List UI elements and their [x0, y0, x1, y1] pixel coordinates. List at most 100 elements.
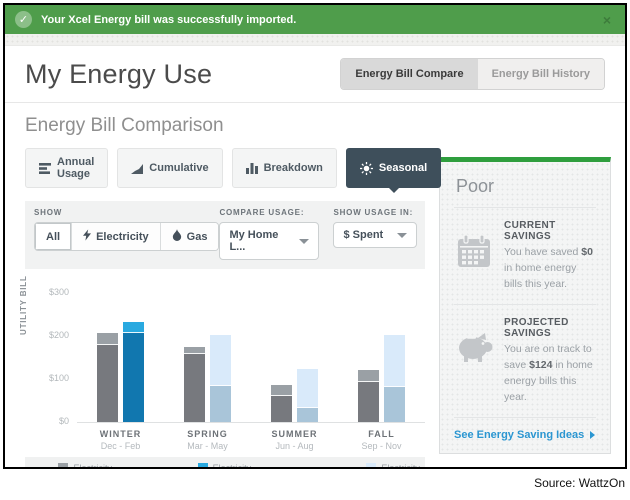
compare-usage-select[interactable]: My Home L... [219, 222, 320, 260]
flame-icon [172, 229, 182, 244]
segment-electricity [271, 385, 292, 396]
legend-swatch [366, 463, 377, 467]
y-tick: $0 [58, 416, 69, 426]
section-title: Energy Bill Comparison [25, 115, 224, 136]
tab-energy-bill-compare[interactable]: Energy Bill Compare [341, 59, 478, 89]
rating-label: Poor [454, 174, 596, 208]
filter-label: Electricity [96, 230, 149, 243]
filter-label: All [46, 230, 61, 243]
filter-all-button[interactable]: All [35, 223, 73, 250]
segment-electricity [384, 335, 405, 387]
breakdown-icon [245, 162, 258, 174]
segment-electricity [210, 335, 231, 386]
fuel-segmented-control: All Electricity Gas [34, 222, 220, 251]
legend-item: Electricity [366, 463, 425, 469]
season-label-spring: SPRING Mar - May [187, 429, 228, 451]
segment-electricity [358, 370, 379, 382]
seasonal-bar-chart: UTILITY BILL $0 $100 $200 $300 WINTER Dec - … [19, 275, 425, 451]
y-tick: $200 [48, 330, 69, 340]
tab-breakdown[interactable]: Breakdown [231, 148, 337, 188]
arrow-right-icon [590, 431, 596, 440]
page-title: My Energy Use [25, 58, 213, 89]
dollar-icon: $ [343, 229, 350, 241]
season-label-fall: FALL Sep - Nov [361, 429, 402, 451]
current-savings-heading: CURRENT SAVINGS [504, 220, 556, 242]
filter-gas-button[interactable]: Gas [160, 223, 219, 250]
check-circle-icon: ✓ [15, 11, 32, 28]
chart-view-tabs: Annual Usage Cumulative Breakdown Season… [25, 148, 442, 193]
legend-group-2013: 2013ElectricityNatural Gas [25, 463, 118, 469]
bar-groups: WINTER Dec - Feb SPRING Mar - May SUMMER Jun … [77, 277, 425, 451]
bar-2013-winter [97, 333, 118, 422]
segment-natural-gas [358, 382, 379, 422]
close-icon[interactable]: × [599, 12, 615, 28]
tab-label: Seasonal [378, 162, 428, 174]
current-savings-value: $0 [581, 246, 593, 258]
current-savings-text: You have saved $0 in home energy bills t… [504, 246, 593, 290]
bar-2013-spring [184, 347, 205, 422]
show-usage-in-label: SHOW USAGE IN: [333, 208, 414, 217]
cumulative-icon [131, 163, 144, 174]
compare-usage-group: COMPARE USAGE: My Home L... [219, 208, 320, 260]
calendar-icon [454, 220, 494, 292]
legend-item: Electricity [58, 463, 118, 469]
legend-group-2014: 2014ElectricityNatural Gas [164, 463, 258, 469]
bar-2014-winter [123, 322, 144, 422]
banner-message: Your Xcel Energy bill was successfully i… [41, 13, 297, 26]
savings-sidebar: Poor CURRENT SAVINGS You have saved $0 i… [439, 115, 611, 467]
filter-electricity-button[interactable]: Electricity [72, 223, 161, 250]
bar-2014-projected-summer [297, 369, 318, 422]
tab-cumulative[interactable]: Cumulative [117, 148, 223, 188]
chevron-down-icon [397, 232, 408, 238]
filter-bar: SHOW All Electricity Gas COMPARE USAGE: … [25, 201, 425, 269]
texture-strip [5, 34, 625, 46]
chart-legend: 2013ElectricityNatural Gas 2014Electricit… [25, 457, 425, 469]
bar-group-winter: WINTER Dec - Feb [97, 277, 144, 451]
bar-group-spring: SPRING Mar - May [184, 277, 231, 451]
segment-electricity [123, 322, 144, 333]
savings-card: Poor CURRENT SAVINGS You have saved $0 i… [439, 157, 611, 455]
lightning-bolt-icon [83, 229, 92, 244]
show-filter-label: SHOW [34, 208, 63, 217]
projected-savings-heading: PROJECTED SAVINGS [504, 317, 569, 340]
y-axis-label: UTILITY BILL [19, 275, 28, 335]
segment-natural-gas [210, 386, 231, 422]
view-toggle-group: Energy Bill Compare Energy Bill History [340, 58, 605, 90]
tab-energy-bill-history[interactable]: Energy Bill History [477, 59, 604, 89]
usage-value: Spent [352, 229, 384, 241]
tab-annual-usage[interactable]: Annual Usage [25, 148, 109, 188]
tab-seasonal[interactable]: Seasonal [345, 148, 442, 193]
segment-natural-gas [271, 396, 292, 422]
legend-label: Electricity [212, 463, 252, 469]
chart-panel: Energy Bill Comparison Annual Usage Cumu… [19, 115, 442, 469]
segment-electricity [297, 369, 318, 408]
show-usage-in-select[interactable]: $ Spent [333, 222, 418, 248]
compare-usage-value: My Home L... [229, 229, 279, 253]
segment-natural-gas [97, 345, 118, 422]
bar-2013-summer [271, 385, 292, 422]
legend-label: Electricity [73, 463, 112, 469]
see-energy-saving-ideas-link[interactable]: See Energy Saving Ideas [454, 429, 584, 441]
legend-label: Electricity [381, 463, 420, 469]
content-area: Energy Bill Comparison Annual Usage Cumu… [5, 103, 625, 469]
chevron-down-icon [299, 238, 310, 244]
tab-label: Cumulative [149, 162, 209, 174]
legend-swatch [197, 463, 208, 467]
legend-swatch [58, 463, 69, 467]
current-savings-section: CURRENT SAVINGS You have saved $0 in hom… [454, 208, 596, 306]
bar-group-summer: SUMMER Jun - Aug [271, 277, 318, 451]
season-label-winter: WINTER Dec - Feb [99, 429, 142, 451]
piggy-bank-icon [454, 317, 494, 405]
legend-item: Electricity [197, 463, 258, 469]
show-filter-group: SHOW All Electricity Gas [34, 208, 220, 260]
season-label-summer: SUMMER Jun - Aug [271, 429, 318, 451]
legend-group-2014-projected: 2014 ProjectedElectricityNatural Gas [303, 463, 425, 469]
projected-savings-text: You are on track to save $124 in home en… [504, 343, 593, 403]
page-header: My Energy Use Energy Bill Compare Energy… [5, 46, 625, 103]
bar-2013-fall [358, 370, 379, 422]
y-tick: $300 [48, 287, 69, 297]
segment-natural-gas [384, 387, 405, 422]
tab-label: Annual Usage [57, 156, 95, 180]
segment-electricity [97, 333, 118, 345]
filter-label: Gas [186, 230, 208, 243]
